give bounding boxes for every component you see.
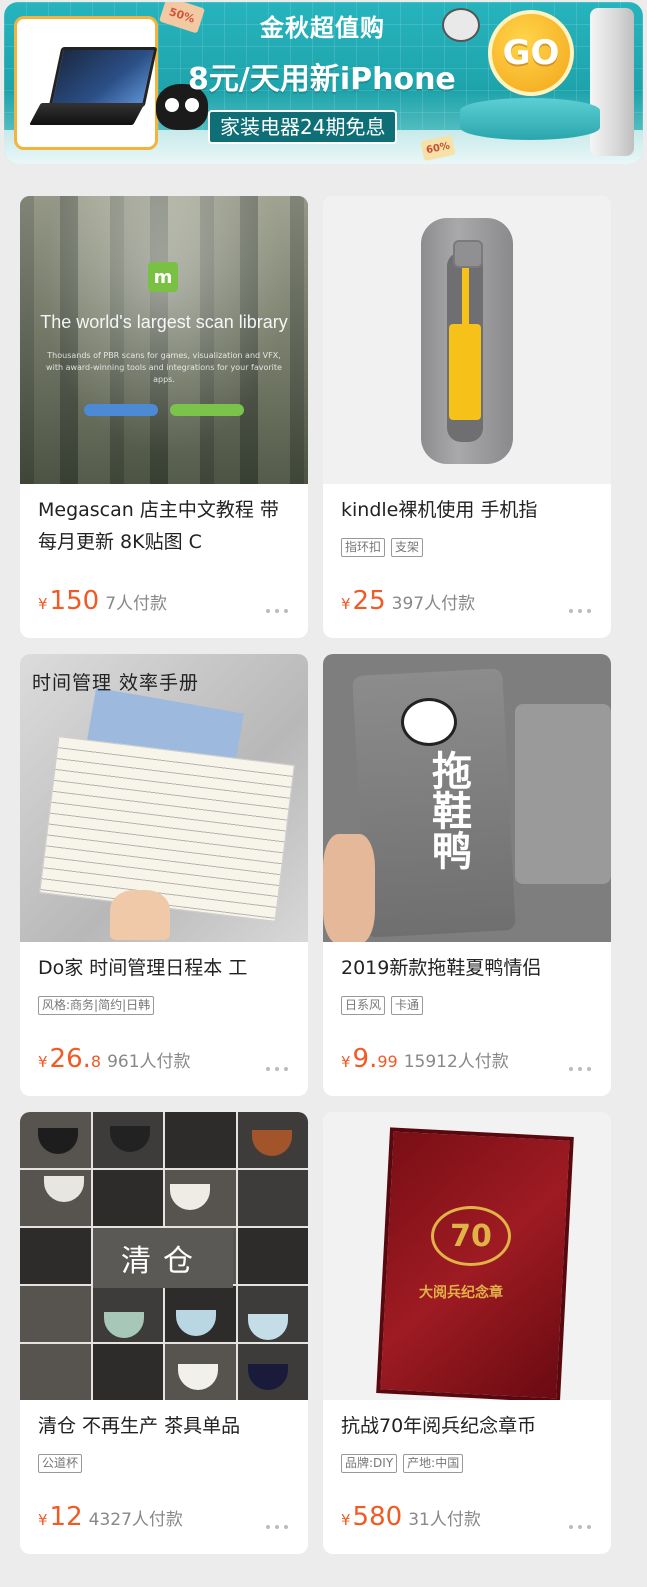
hand-image xyxy=(323,834,375,942)
bag-print: 拖鞋鸭 xyxy=(425,750,471,870)
sales-count: 31人付款 xyxy=(408,1510,481,1530)
product-price-decimal: 8 xyxy=(90,1052,102,1071)
promo-banner[interactable]: 50% 60% 金秋超值购 8元/天用新iPhone 家装电器24期免息 GO xyxy=(0,0,647,168)
product-tag: 指环扣 xyxy=(341,538,386,557)
sales-count: 397人付款 xyxy=(391,594,476,614)
product-tags: 品牌:DIY 产地:中国 xyxy=(341,1454,464,1473)
product-image-megascan[interactable]: m The world's largest scan library Thous… xyxy=(20,196,308,484)
clearance-label: 清仓 xyxy=(93,1228,233,1288)
air-purifier-image xyxy=(590,8,634,156)
product-price: 9. xyxy=(352,1044,378,1074)
megascans-logo: m xyxy=(148,262,178,292)
more-dots-icon[interactable] xyxy=(569,1524,591,1530)
image-button-green xyxy=(170,404,244,416)
price-row: ¥ 12 4327人付款 xyxy=(38,1502,183,1532)
more-dots-icon[interactable] xyxy=(266,608,288,614)
product-image-notebook[interactable]: 时间管理 效率手册 xyxy=(20,654,308,942)
currency-symbol: ¥ xyxy=(341,1053,351,1071)
product-tag: 公道杯 xyxy=(38,1454,83,1473)
product-image-commemorative-medal[interactable]: 70 大阅兵纪念章 xyxy=(323,1112,611,1400)
more-dots-icon[interactable] xyxy=(569,1066,591,1072)
product-tag: 日系风 xyxy=(341,996,386,1015)
slipper-bag-back xyxy=(515,704,611,884)
banner-pedestal xyxy=(460,98,600,140)
product-price-decimal: 99 xyxy=(377,1052,398,1071)
product-grid: m The world's largest scan library Thous… xyxy=(20,196,611,1554)
product-tag: 品牌:DIY xyxy=(341,1454,398,1473)
hand-image xyxy=(110,890,170,940)
notebook-open-pages xyxy=(39,736,295,922)
product-card[interactable]: 70 大阅兵纪念章 抗战70年阅兵纪念章币 品牌:DIY 产地:中国 ¥ 580… xyxy=(323,1112,611,1554)
product-image-slippers[interactable]: 拖鞋鸭 xyxy=(323,654,611,942)
sales-count: 961人付款 xyxy=(107,1052,191,1072)
currency-symbol: ¥ xyxy=(38,1053,48,1071)
notebook-caption: 时间管理 效率手册 xyxy=(32,672,200,694)
product-title: 2019新款拖鞋夏鸭情侣 xyxy=(341,957,542,979)
laptop-image xyxy=(14,16,158,150)
currency-symbol: ¥ xyxy=(341,1511,351,1529)
sales-count: 4327人付款 xyxy=(88,1510,183,1530)
product-tag: 支架 xyxy=(391,538,424,557)
product-price: 26. xyxy=(49,1044,91,1074)
product-title: Do家 时间管理日程本 工 xyxy=(38,957,248,979)
product-image-tea-set[interactable]: 清仓 xyxy=(20,1112,308,1400)
image-overlay xyxy=(20,196,308,484)
image-subtext: Thousands of PBR scans for games, visual… xyxy=(46,351,282,384)
product-title: 抗战70年阅兵纪念章币 xyxy=(341,1415,537,1437)
holder-yellow-insert xyxy=(449,324,481,420)
currency-symbol: ¥ xyxy=(341,595,351,613)
product-price: 25 xyxy=(352,586,386,616)
product-image-phone-holder[interactable] xyxy=(323,196,611,484)
duck-icon xyxy=(401,698,457,746)
product-card[interactable]: m The world's largest scan library Thous… xyxy=(20,196,308,638)
currency-symbol: ¥ xyxy=(38,595,48,613)
go-button[interactable]: GO xyxy=(488,10,574,96)
banner-subtitle: 家装电器24期免息 xyxy=(208,110,398,144)
more-dots-icon[interactable] xyxy=(266,1524,288,1530)
more-dots-icon[interactable] xyxy=(266,1066,288,1072)
product-tags: 公道杯 xyxy=(38,1454,83,1473)
price-row: ¥ 25 397人付款 xyxy=(341,586,475,616)
product-price: 150 xyxy=(49,586,100,616)
currency-symbol: ¥ xyxy=(38,1511,48,1529)
sales-count: 15912人付款 xyxy=(403,1052,509,1072)
product-tag: 产地:中国 xyxy=(403,1454,464,1473)
product-title: 清仓 不再生产 茶具单品 xyxy=(38,1415,241,1437)
product-title: Megascan 店主中文教程 带每月更新 8K贴图 C xyxy=(38,499,279,553)
banner-title: 金秋超值购 xyxy=(260,14,385,42)
price-row: ¥ 26. 8 961人付款 xyxy=(38,1044,191,1074)
product-card[interactable]: 拖鞋鸭 2019新款拖鞋夏鸭情侣 日系风 卡通 ¥ 9. 99 15912人付款 xyxy=(323,654,611,1096)
banner-headline: 8元/天用新iPhone xyxy=(188,62,456,97)
bird-icon xyxy=(442,8,480,42)
product-price: 580 xyxy=(352,1502,403,1532)
image-button-blue xyxy=(84,404,158,416)
price-row: ¥ 150 7人付款 xyxy=(38,586,167,616)
product-tag: 风格:商务|简约|日韩 xyxy=(38,996,155,1015)
promo-banner-image[interactable]: 50% 60% 金秋超值购 8元/天用新iPhone 家装电器24期免息 GO xyxy=(4,2,643,164)
product-tags: 日系风 卡通 xyxy=(341,996,424,1015)
medal-caption: 大阅兵纪念章 xyxy=(419,1285,503,1301)
product-tags: 风格:商务|简约|日韩 xyxy=(38,996,155,1015)
medal-emblem: 70 xyxy=(431,1206,511,1266)
laptop-screen xyxy=(48,47,158,107)
holder-stem xyxy=(462,262,469,328)
laptop-keyboard xyxy=(29,103,145,125)
price-row: ¥ 9. 99 15912人付款 xyxy=(341,1044,509,1074)
holder-knob xyxy=(453,240,483,268)
product-tag: 卡通 xyxy=(391,996,424,1015)
price-row: ¥ 580 31人付款 xyxy=(341,1502,481,1532)
product-card[interactable]: 时间管理 效率手册 Do家 时间管理日程本 工 风格:商务|简约|日韩 ¥ 26… xyxy=(20,654,308,1096)
sales-count: 7人付款 xyxy=(105,594,168,614)
product-price: 12 xyxy=(49,1502,83,1532)
product-card[interactable]: 清仓 清仓 不再生产 茶具单品 公道杯 ¥ 12 4327人付款 xyxy=(20,1112,308,1554)
product-card[interactable]: kindle裸机使用 手机指 指环扣 支架 ¥ 25 397人付款 xyxy=(323,196,611,638)
product-title: kindle裸机使用 手机指 xyxy=(341,499,538,521)
more-dots-icon[interactable] xyxy=(569,608,591,614)
image-headline: The world's largest scan library xyxy=(40,312,288,332)
product-tags: 指环扣 支架 xyxy=(341,538,424,557)
